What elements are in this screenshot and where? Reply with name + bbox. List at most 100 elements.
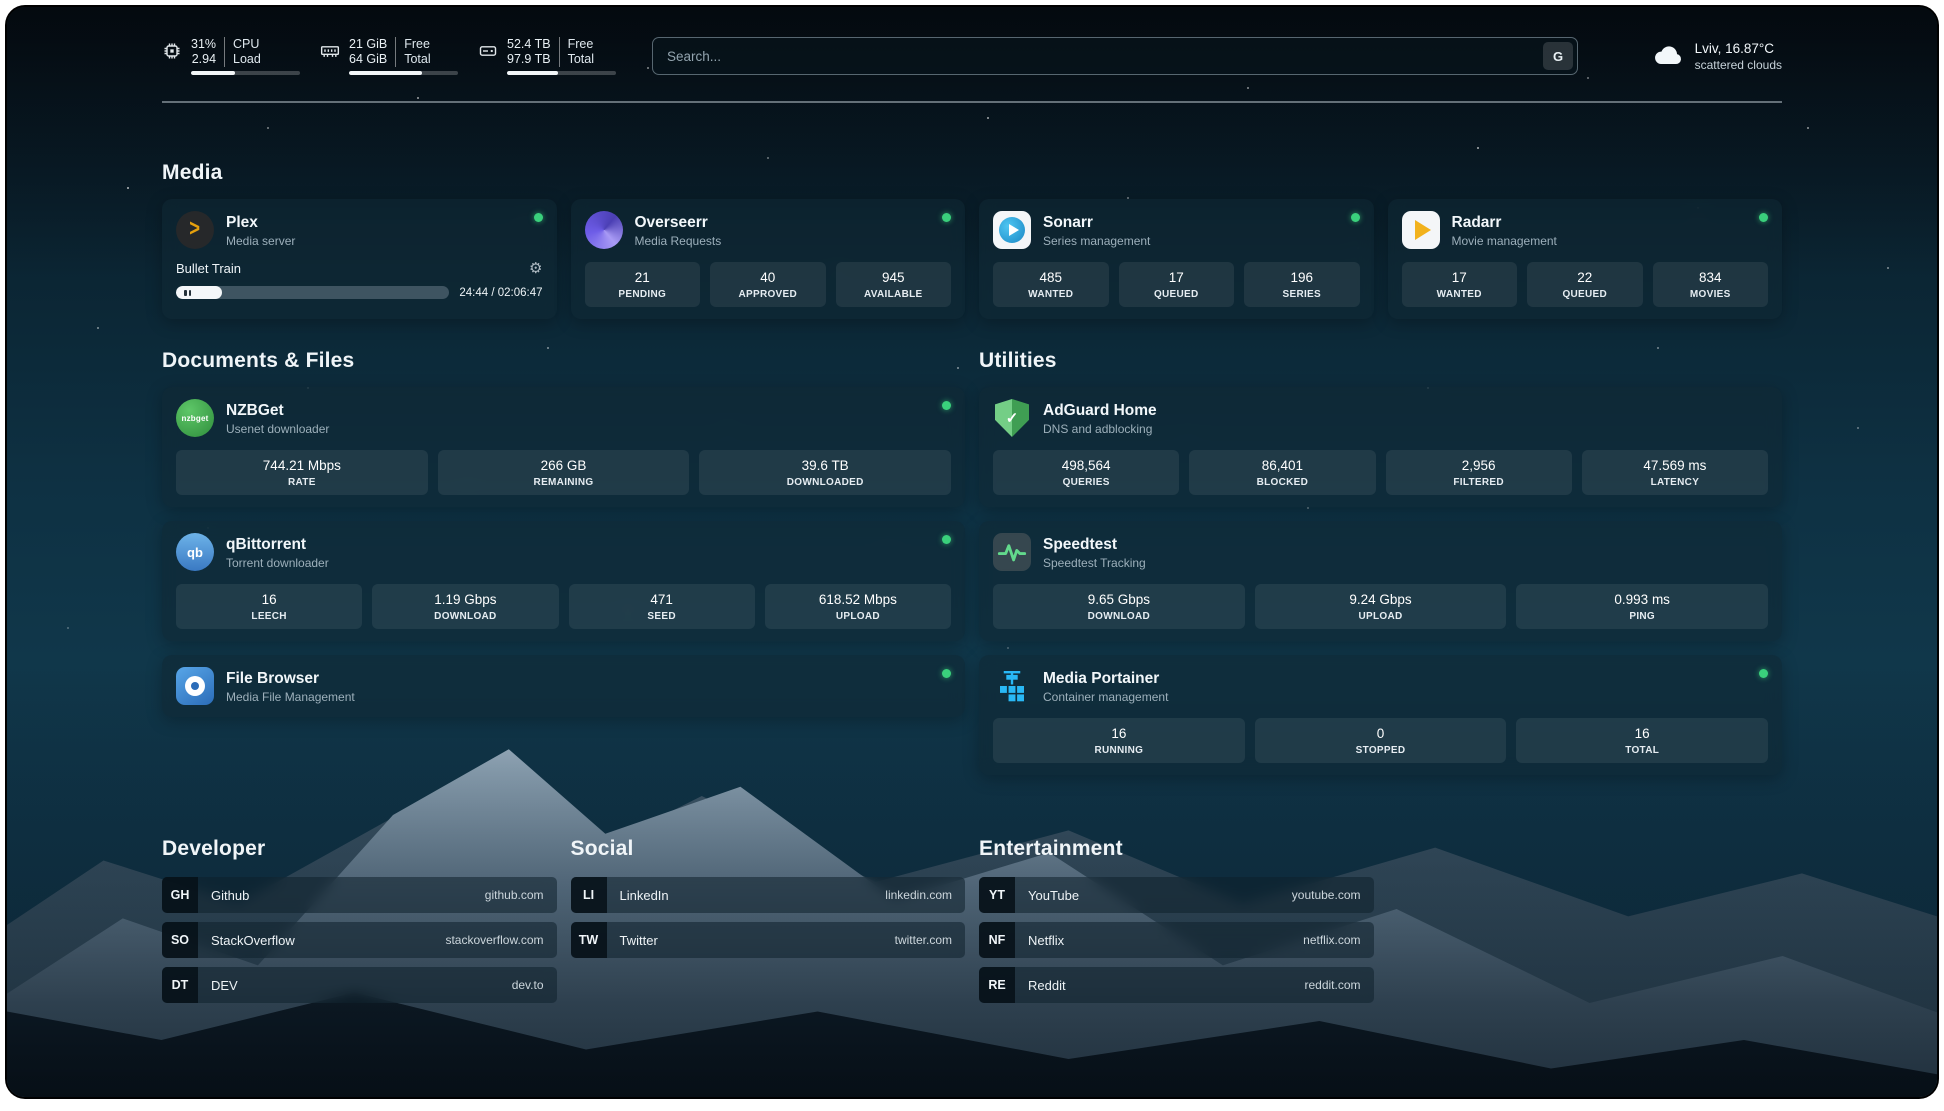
weather-widget[interactable]: Lviv, 16.87°C scattered clouds [1614, 41, 1782, 72]
app-subtitle: Media File Management [226, 690, 355, 704]
app-card-nzbget[interactable]: nzbget NZBGet Usenet downloader 744.21 M… [162, 387, 965, 507]
linkedin-icon: LI [571, 877, 607, 913]
cpu-monitor: 31% 2.94 CPU Load [162, 37, 300, 75]
stat-download: 9.65 Gbps DOWNLOAD [993, 584, 1245, 629]
app-card-qbittorrent[interactable]: qb qBittorrent Torrent downloader 16 LEE… [162, 521, 965, 641]
section-title-utilities: Utilities [979, 349, 1782, 373]
header-divider [162, 101, 1782, 103]
gear-icon[interactable]: ⚙ [529, 261, 542, 276]
portainer-icon [993, 667, 1031, 705]
dashboard-window: 31% 2.94 CPU Load [7, 7, 1937, 1097]
utilities-column: Utilities ✓ AdGuard Home DNS and adblock… [979, 349, 1782, 775]
online-status-dot [942, 401, 951, 410]
stat-download: 1.19 Gbps DOWNLOAD [372, 584, 558, 629]
stat-latency: 47.569 ms LATENCY [1582, 450, 1768, 495]
stat-movies: 834 MOVIES [1653, 262, 1769, 307]
ram-icon [320, 41, 340, 61]
playback-progress-bar[interactable] [176, 286, 449, 299]
pause-icon[interactable] [184, 290, 191, 296]
stat-series: 196 SERIES [1244, 262, 1360, 307]
media-card-row: > Plex Media server Bullet Train ⚙ [162, 199, 1782, 319]
online-status-dot [1759, 669, 1768, 678]
stat-total: 16 TOTAL [1516, 718, 1768, 763]
app-card-speedtest[interactable]: Speedtest Speedtest Tracking 9.65 Gbps D… [979, 521, 1782, 641]
bookmark-group-social: Social LI LinkedIn linkedin.com TW Twitt… [571, 837, 966, 1012]
adguard-icon: ✓ [993, 399, 1031, 437]
app-subtitle: Torrent downloader [226, 556, 329, 570]
stat-seed: 471 SEED [569, 584, 755, 629]
stat-remaining: 266 GB REMAINING [438, 450, 690, 495]
app-card-sonarr[interactable]: Sonarr Series management 485 WANTED 17 Q… [979, 199, 1374, 319]
filebrowser-icon [176, 667, 214, 705]
stackoverflow-icon: SO [162, 922, 198, 958]
stat-pending: 21 PENDING [585, 262, 701, 307]
playback-progress-fill [176, 286, 222, 299]
bookmark-twitter[interactable]: TW Twitter twitter.com [571, 922, 966, 958]
weather-location-temp: Lviv, 16.87°C [1695, 41, 1782, 56]
app-card-portainer[interactable]: Media Portainer Container management 16 … [979, 655, 1782, 775]
top-bar: 31% 2.94 CPU Load [162, 37, 1782, 75]
netflix-icon: NF [979, 922, 1015, 958]
plex-icon: > [176, 211, 214, 249]
app-name: Speedtest [1043, 535, 1146, 554]
online-status-dot [942, 669, 951, 678]
app-name: NZBGet [226, 401, 329, 420]
section-title-media: Media [162, 161, 1782, 185]
memory-total-value: 64 GiB [349, 52, 387, 67]
stat-blocked: 86,401 BLOCKED [1189, 450, 1375, 495]
bookmark-group-empty [1388, 837, 1783, 1012]
stat-queries: 498,564 QUERIES [993, 450, 1179, 495]
qbittorrent-icon: qb [176, 533, 214, 571]
disk-monitor: 52.4 TB 97.9 TB Free Total [478, 37, 616, 75]
cpu-usage-value: 31% [191, 37, 216, 52]
section-title-documents: Documents & Files [162, 349, 965, 373]
bookmark-netflix[interactable]: NF Netflix netflix.com [979, 922, 1374, 958]
stat-ping: 0.993 ms PING [1516, 584, 1768, 629]
disk-free-value: 52.4 TB [507, 37, 551, 52]
stat-leech: 16 LEECH [176, 584, 362, 629]
cpu-progress-fill [191, 71, 235, 75]
memory-monitor: 21 GiB 64 GiB Free Total [320, 37, 458, 75]
bookmark-dev[interactable]: DT DEV dev.to [162, 967, 557, 1003]
app-subtitle: Media server [226, 234, 295, 248]
nzbget-icon: nzbget [176, 399, 214, 437]
disk-total-label: Total [568, 52, 594, 67]
memory-progress-fill [349, 71, 422, 75]
search-engine-button[interactable]: G [1543, 42, 1573, 70]
stat-upload: 618.52 Mbps UPLOAD [765, 584, 951, 629]
bookmarks-row: Developer GH Github github.com SO StackO… [162, 837, 1782, 1048]
stat-upload: 9.24 Gbps UPLOAD [1255, 584, 1507, 629]
online-status-dot [534, 213, 543, 222]
middle-columns: Documents & Files nzbget NZBGet Usenet d… [162, 349, 1782, 775]
stat-running: 16 RUNNING [993, 718, 1245, 763]
app-card-filebrowser[interactable]: File Browser Media File Management [162, 655, 965, 717]
bookmark-linkedin[interactable]: LI LinkedIn linkedin.com [571, 877, 966, 913]
app-card-adguard[interactable]: ✓ AdGuard Home DNS and adblocking 498,56… [979, 387, 1782, 507]
bookmark-stackoverflow[interactable]: SO StackOverflow stackoverflow.com [162, 922, 557, 958]
bookmark-reddit[interactable]: RE Reddit reddit.com [979, 967, 1374, 1003]
cpu-chip-icon [162, 41, 182, 61]
search-input[interactable] [653, 38, 1543, 74]
memory-free-value: 21 GiB [349, 37, 387, 52]
dashboard-content: 31% 2.94 CPU Load [162, 7, 1782, 1048]
bookmark-github[interactable]: GH Github github.com [162, 877, 557, 913]
disk-total-value: 97.9 TB [507, 52, 551, 67]
app-name: Media Portainer [1043, 669, 1168, 688]
app-subtitle: DNS and adblocking [1043, 422, 1157, 436]
app-name: Plex [226, 213, 295, 232]
app-subtitle: Usenet downloader [226, 422, 329, 436]
stat-queued: 22 QUEUED [1527, 262, 1643, 307]
online-status-dot [1351, 213, 1360, 222]
disk-free-label: Free [568, 37, 594, 52]
speedtest-icon [993, 533, 1031, 571]
app-card-overseerr[interactable]: Overseerr Media Requests 21 PENDING 40 A… [571, 199, 966, 319]
section-title-developer: Developer [162, 837, 557, 861]
app-card-plex[interactable]: > Plex Media server Bullet Train ⚙ [162, 199, 557, 319]
cpu-progress-bar [191, 71, 300, 75]
overseerr-icon [585, 211, 623, 249]
cloud-icon [1653, 44, 1685, 68]
app-card-radarr[interactable]: Radarr Movie management 17 WANTED 22 QUE… [1388, 199, 1783, 319]
stat-available: 945 AVAILABLE [836, 262, 952, 307]
bookmark-youtube[interactable]: YT YouTube youtube.com [979, 877, 1374, 913]
memory-total-label: Total [404, 52, 430, 67]
